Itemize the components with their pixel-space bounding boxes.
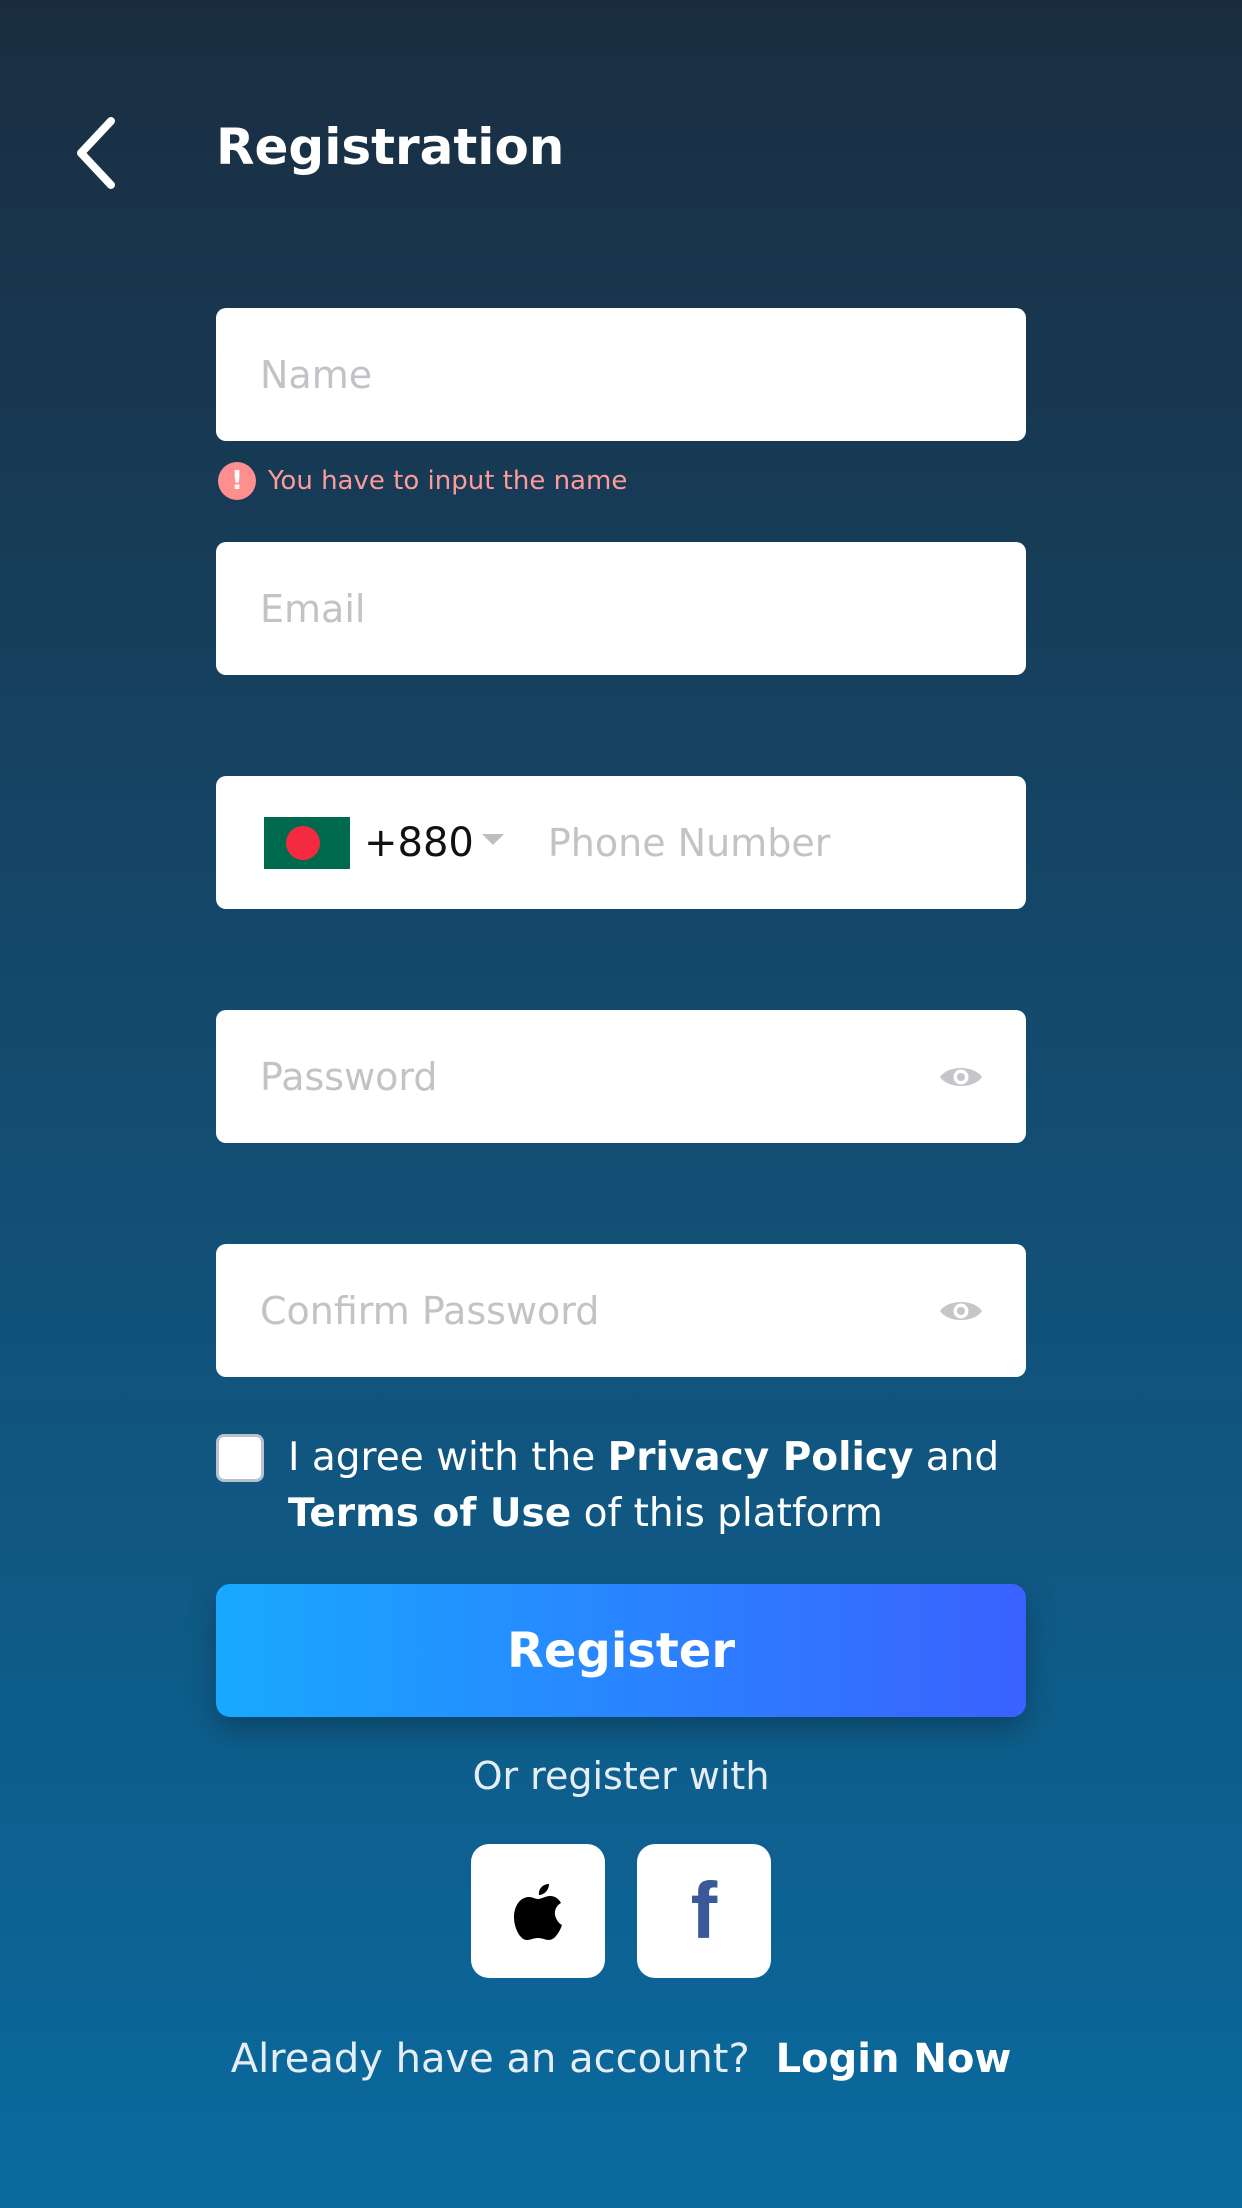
confirm-password-input[interactable] bbox=[216, 1244, 916, 1377]
back-button[interactable] bbox=[60, 108, 130, 198]
page-title: Registration bbox=[216, 118, 565, 176]
country-code-selector[interactable]: +880 bbox=[216, 776, 504, 909]
terms-agreement: I agree with the Privacy Policy and Term… bbox=[216, 1430, 1036, 1542]
apple-icon bbox=[514, 1884, 562, 1940]
login-now-link[interactable]: Login Now bbox=[776, 2036, 1012, 2082]
password-field-container bbox=[216, 1010, 1026, 1143]
login-prompt: Already have an account? Login Now bbox=[0, 2036, 1242, 2082]
bangladesh-flag-icon bbox=[264, 816, 350, 869]
password-input[interactable] bbox=[216, 1010, 916, 1143]
eye-icon bbox=[940, 1301, 982, 1320]
eye-icon bbox=[940, 1067, 982, 1086]
name-error-text: You have to input the name bbox=[268, 466, 628, 496]
terms-checkbox[interactable] bbox=[216, 1434, 264, 1482]
privacy-policy-link[interactable]: Privacy Policy bbox=[608, 1435, 914, 1480]
facebook-icon: f bbox=[690, 1866, 718, 1955]
terms-of-use-link[interactable]: Terms of Use bbox=[288, 1491, 571, 1536]
password-visibility-toggle[interactable] bbox=[916, 1010, 1006, 1143]
country-code: +880 bbox=[364, 819, 474, 866]
terms-prefix: I agree with the bbox=[288, 1435, 596, 1480]
confirm-password-visibility-toggle[interactable] bbox=[916, 1244, 1006, 1377]
terms-middle: and bbox=[925, 1435, 1000, 1480]
phone-number-input[interactable] bbox=[503, 776, 1026, 909]
email-field-container bbox=[216, 542, 1026, 675]
register-button[interactable]: Register bbox=[216, 1584, 1026, 1717]
error-icon: ! bbox=[218, 462, 256, 500]
phone-field-container: +880 bbox=[216, 776, 1026, 909]
chevron-left-icon bbox=[77, 117, 115, 189]
terms-suffix: of this platform bbox=[583, 1491, 883, 1536]
email-input[interactable] bbox=[216, 542, 1026, 675]
caret-down-icon bbox=[481, 834, 504, 845]
confirm-password-field-container bbox=[216, 1244, 1026, 1377]
social-register-label: Or register with bbox=[472, 1754, 770, 1798]
name-input[interactable] bbox=[216, 308, 1026, 441]
facebook-login-button[interactable]: f bbox=[637, 1844, 771, 1978]
apple-login-button[interactable] bbox=[471, 1844, 605, 1978]
terms-text: I agree with the Privacy Policy and Term… bbox=[288, 1430, 999, 1542]
name-field-container bbox=[216, 308, 1026, 441]
name-error-message: ! You have to input the name bbox=[218, 462, 627, 500]
login-prompt-text: Already have an account? bbox=[230, 2036, 750, 2082]
